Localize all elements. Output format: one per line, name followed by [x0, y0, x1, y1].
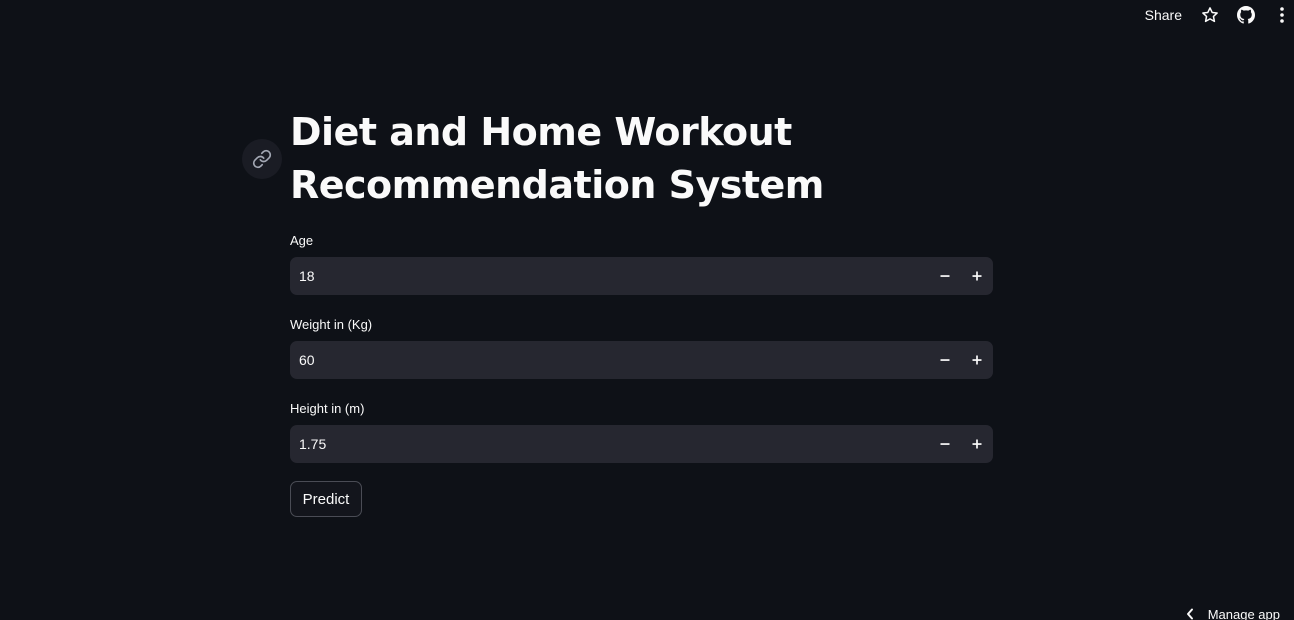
height-label: Height in (m)	[290, 401, 365, 416]
weight-input[interactable]	[290, 340, 929, 380]
age-increment-button[interactable]	[961, 257, 993, 295]
plus-icon	[972, 355, 982, 365]
app-root: Share Diet and Home Workout Recommendati…	[0, 0, 1294, 620]
age-number-input	[290, 256, 993, 296]
age-decrement-button[interactable]	[929, 257, 961, 295]
page-title-line-1: Diet and Home Workout	[290, 110, 792, 154]
age-input[interactable]	[290, 256, 929, 296]
weight-number-input	[290, 340, 993, 380]
manage-app-button[interactable]: Manage app	[1186, 604, 1280, 620]
header-anchor-link[interactable]	[242, 139, 282, 179]
more-vert-icon[interactable]	[1272, 5, 1292, 25]
weight-decrement-button[interactable]	[929, 341, 961, 379]
predict-button[interactable]: Predict	[290, 481, 362, 517]
star-icon[interactable]	[1200, 5, 1220, 25]
age-field: Age	[290, 233, 993, 296]
plus-icon	[972, 439, 982, 449]
manage-app-label: Manage app	[1207, 606, 1280, 620]
chevron-left-icon	[1186, 608, 1194, 620]
minus-icon	[940, 275, 950, 277]
height-decrement-button[interactable]	[929, 425, 961, 463]
minus-icon	[940, 443, 950, 445]
height-field: Height in (m)	[290, 401, 993, 464]
page-title-line-2: Recommendation System	[290, 163, 824, 207]
top-toolbar: Share	[1145, 4, 1294, 26]
age-label: Age	[290, 233, 314, 248]
main-content: Diet and Home Workout Recommendation Sys…	[290, 106, 993, 517]
plus-icon	[972, 271, 982, 281]
weight-increment-button[interactable]	[961, 341, 993, 379]
github-icon[interactable]	[1236, 5, 1256, 25]
weight-label: Weight in (Kg)	[290, 317, 373, 332]
page-title: Diet and Home Workout Recommendation Sys…	[290, 106, 993, 212]
height-increment-button[interactable]	[961, 425, 993, 463]
weight-field: Weight in (Kg)	[290, 317, 993, 380]
height-number-input	[290, 424, 993, 464]
link-icon	[252, 149, 272, 169]
height-input[interactable]	[290, 424, 929, 464]
share-button[interactable]: Share	[1145, 4, 1182, 26]
minus-icon	[940, 359, 950, 361]
